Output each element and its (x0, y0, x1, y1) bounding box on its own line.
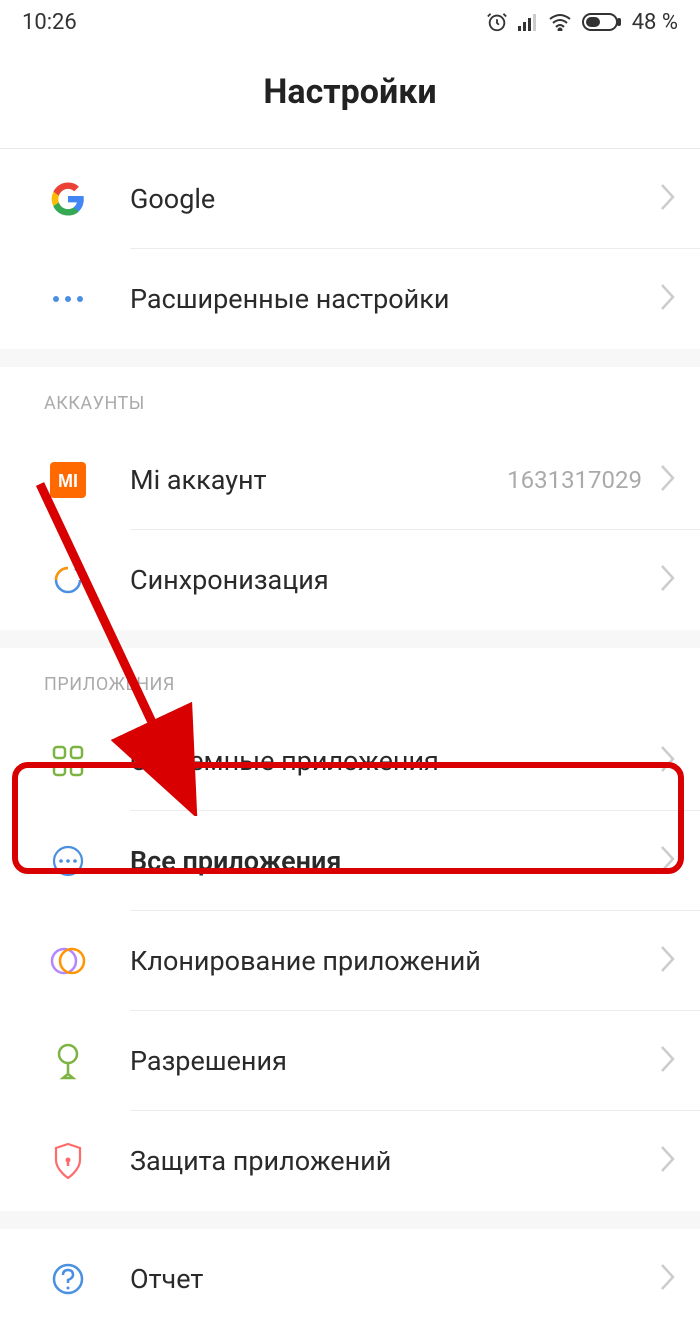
chevron-right-icon (660, 1263, 676, 1295)
chevron-right-icon (660, 945, 676, 977)
item-label: Системные приложения (130, 745, 660, 777)
settings-item-system-apps[interactable]: Системные приложения (0, 711, 700, 811)
page-title: Настройки (0, 72, 700, 112)
clone-icon (44, 937, 92, 985)
google-icon (44, 175, 92, 223)
status-time: 10:26 (22, 10, 77, 35)
settings-item-sync[interactable]: Синхронизация (0, 530, 700, 630)
settings-item-app-lock[interactable]: Защита приложений (0, 1111, 700, 1211)
item-label: Отчет (130, 1263, 660, 1295)
status-bar: 10:26 48 % (0, 0, 700, 44)
item-label: Расширенные настройки (130, 283, 660, 315)
more-circle-icon (44, 837, 92, 885)
settings-item-all-apps[interactable]: Все приложения (0, 811, 700, 911)
alarm-icon (486, 11, 508, 33)
battery-icon (582, 13, 622, 31)
svg-text:MI: MI (58, 471, 78, 491)
help-icon (44, 1255, 92, 1303)
section-header-accounts: АККАУНТЫ (0, 367, 700, 430)
section-spacer (0, 630, 700, 648)
section-header-apps: ПРИЛОЖЕНИЯ (0, 648, 700, 711)
wifi-icon (548, 13, 572, 31)
settings-item-report[interactable]: Отчет (0, 1229, 700, 1329)
dots-icon (44, 275, 92, 323)
chevron-right-icon (660, 564, 676, 596)
item-label: Mi аккаунт (130, 464, 507, 496)
settings-item-google[interactable]: Google (0, 149, 700, 249)
settings-item-clone-apps[interactable]: Клонирование приложений (0, 911, 700, 1011)
section-spacer (0, 1211, 700, 1229)
item-label: Синхронизация (130, 564, 660, 596)
item-label: Разрешения (130, 1045, 660, 1077)
item-value: 1631317029 (507, 466, 642, 494)
battery-text: 48 % (632, 10, 678, 35)
settings-item-mi-account[interactable]: MI Mi аккаунт 1631317029 (0, 430, 700, 530)
mi-icon: MI (44, 456, 92, 504)
chevron-right-icon (660, 183, 676, 215)
chevron-right-icon (660, 845, 676, 877)
chevron-right-icon (660, 1145, 676, 1177)
settings-item-advanced[interactable]: Расширенные настройки (0, 249, 700, 349)
section-spacer (0, 349, 700, 367)
page-header: Настройки (0, 44, 700, 149)
apps-grid-icon (44, 737, 92, 785)
item-label: Защита приложений (130, 1145, 660, 1177)
sync-icon (44, 556, 92, 604)
settings-item-permissions[interactable]: Разрешения (0, 1011, 700, 1111)
item-label: Все приложения (130, 845, 660, 877)
permissions-icon (44, 1037, 92, 1085)
status-right: 48 % (486, 10, 678, 35)
item-label: Google (130, 183, 660, 215)
item-label: Клонирование приложений (130, 945, 660, 977)
signal-icon (518, 13, 538, 31)
chevron-right-icon (660, 745, 676, 777)
chevron-right-icon (660, 464, 676, 496)
chevron-right-icon (660, 283, 676, 315)
shield-lock-icon (44, 1137, 92, 1185)
chevron-right-icon (660, 1045, 676, 1077)
